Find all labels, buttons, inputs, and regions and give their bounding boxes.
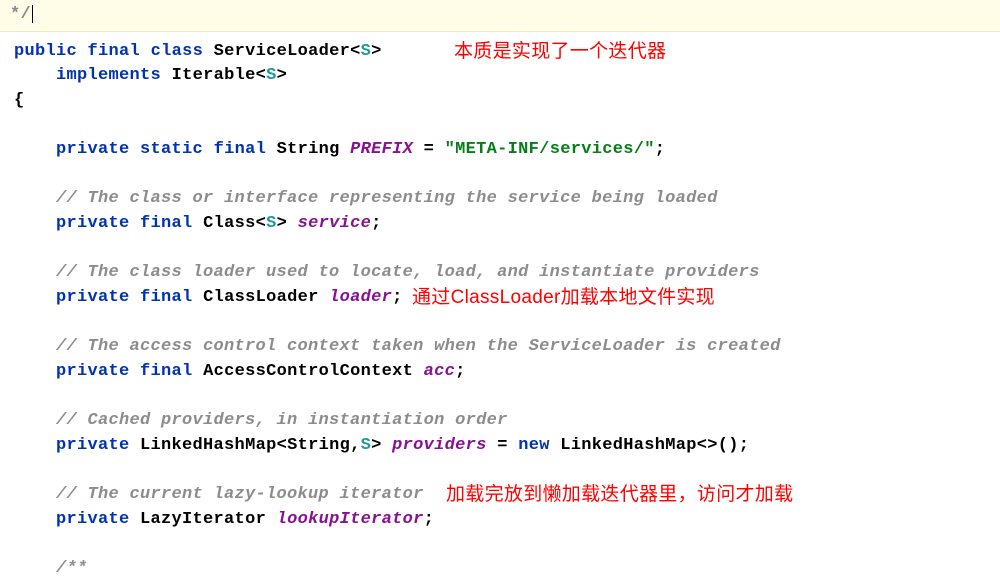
keyword-private: private: [56, 436, 130, 455]
code-line: {: [14, 89, 990, 114]
code-line: [14, 385, 990, 410]
keyword-class: class: [151, 42, 204, 61]
code-line: private final AccessControlContext acc;: [14, 360, 990, 385]
keyword-private: private: [56, 288, 130, 307]
field-service: service: [298, 214, 372, 233]
keyword-final: final: [140, 288, 193, 307]
diamond-call: <>();: [697, 436, 750, 455]
code-line: private final Class<S> service;: [14, 212, 990, 237]
semicolon: ;: [655, 140, 666, 159]
keyword-final: final: [140, 362, 193, 381]
angle-open: <: [256, 214, 267, 233]
field-providers: providers: [392, 436, 487, 455]
angle-close: >: [277, 214, 288, 233]
field-acc: acc: [424, 362, 456, 381]
angle-close: >: [371, 42, 382, 61]
type-iterable: Iterable: [172, 66, 256, 85]
type-linkedhashmap: LinkedHashMap: [560, 436, 697, 455]
keyword-final: final: [88, 42, 141, 61]
code-line: // Cached providers, in instantiation or…: [14, 409, 990, 434]
type-param: S: [266, 66, 277, 85]
comment-line: // The access control context taken when…: [56, 337, 781, 356]
equals: =: [487, 436, 519, 455]
semicolon: ;: [392, 288, 403, 307]
angle-open: <: [256, 66, 267, 85]
comment-line: // The class loader used to locate, load…: [56, 263, 760, 282]
semicolon: ;: [455, 362, 466, 381]
type-string: String: [287, 436, 350, 455]
code-line: // The class or interface representing t…: [14, 187, 990, 212]
comment-line: // The class or interface representing t…: [56, 189, 718, 208]
keyword-private: private: [56, 362, 130, 381]
type-param: S: [361, 436, 372, 455]
semicolon: ;: [424, 510, 435, 529]
type-acc: AccessControlContext: [203, 362, 413, 381]
brace-open: {: [14, 91, 25, 110]
keyword-private: private: [56, 510, 130, 529]
code-line: private static final String PREFIX = "ME…: [14, 138, 990, 163]
type-class: Class: [203, 214, 256, 233]
code-line: [14, 163, 990, 188]
equals: =: [413, 140, 445, 159]
keyword-final: final: [214, 140, 267, 159]
code-line: /**: [14, 557, 990, 582]
annotation-3: 加载完放到懒加载迭代器里，访问才加载: [446, 481, 793, 509]
code-line: private final ClassLoader loader; 通过Class…: [14, 286, 990, 311]
text-cursor: [32, 5, 33, 23]
keyword-public: public: [14, 42, 77, 61]
code-line: [14, 237, 990, 262]
type-param: S: [266, 214, 277, 233]
type-lazyiterator: LazyIterator: [140, 510, 266, 529]
code-line: private LinkedHashMap<String,S> provider…: [14, 434, 990, 459]
annotation-1: 本质是实现了一个迭代器: [454, 38, 666, 66]
keyword-implements: implements: [56, 66, 161, 85]
keyword-private: private: [56, 140, 130, 159]
field-prefix: PREFIX: [350, 140, 413, 159]
type-linkedhashmap: LinkedHashMap: [140, 436, 277, 455]
annotation-2: 通过ClassLoader加载本地文件实现: [412, 284, 715, 312]
code-container: public final class ServiceLoader<S>本质是实现…: [0, 32, 1000, 582]
comment-close: */: [10, 5, 31, 24]
code-line: private LazyIterator lookupIterator;: [14, 508, 990, 533]
keyword-final: final: [140, 214, 193, 233]
code-line: [14, 532, 990, 557]
code-line: // The class loader used to locate, load…: [14, 261, 990, 286]
editor-highlight-bar: */: [0, 0, 1000, 32]
type-param: S: [361, 42, 372, 61]
comment-line: // Cached providers, in instantiation or…: [56, 411, 508, 430]
code-line: implements Iterable<S>: [14, 64, 990, 89]
code-line: [14, 311, 990, 336]
keyword-static: static: [140, 140, 203, 159]
code-line: [14, 459, 990, 484]
code-line: public final class ServiceLoader<S> 本质是实现…: [14, 40, 990, 65]
string-literal: "META-INF/services/": [445, 140, 655, 159]
type-string: String: [277, 140, 340, 159]
keyword-private: private: [56, 214, 130, 233]
angle-open: <: [277, 436, 288, 455]
type-classloader: ClassLoader: [203, 288, 319, 307]
field-loader: loader: [329, 288, 392, 307]
semicolon: ;: [371, 214, 382, 233]
comment-line: /**: [56, 559, 88, 578]
field-lookupiterator: lookupIterator: [277, 510, 424, 529]
code-line: // The current lazy-lookup iterator 加载完放到…: [14, 483, 990, 508]
type-serviceloader: ServiceLoader: [214, 42, 351, 61]
comment-line: // The current lazy-lookup iterator: [56, 485, 424, 504]
code-line: [14, 114, 990, 139]
angle-close: >: [371, 436, 382, 455]
angle-open: <: [350, 42, 361, 61]
code-line: // The access control context taken when…: [14, 335, 990, 360]
keyword-new: new: [518, 436, 550, 455]
angle-close: >: [277, 66, 288, 85]
comma: ,: [350, 436, 361, 455]
